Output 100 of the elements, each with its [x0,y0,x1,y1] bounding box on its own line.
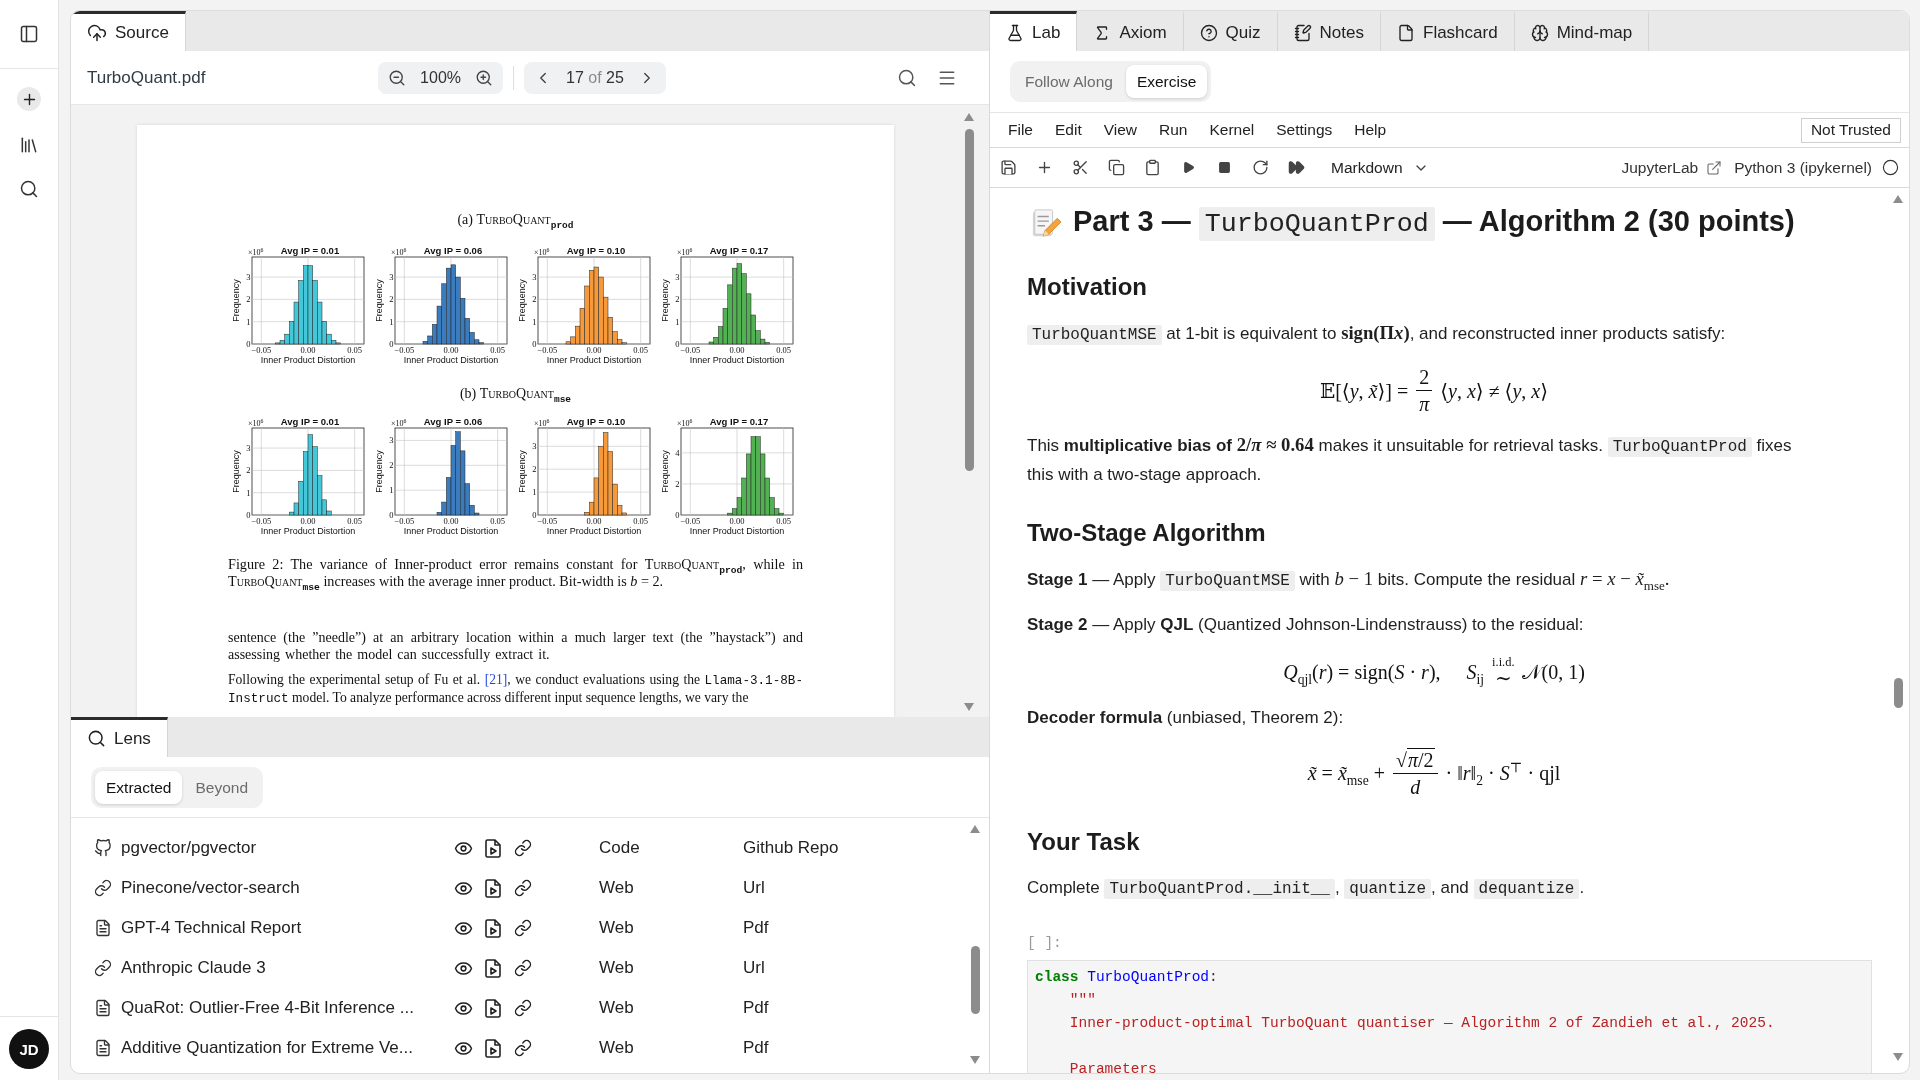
tick-label: 2 [675,478,680,489]
tick-label: 0.00 [729,344,745,355]
menu-item[interactable]: File [1008,121,1033,139]
scissors-icon[interactable] [1071,159,1089,176]
tick-label: 0 [532,510,537,520]
tab[interactable]: Mind-map [1514,11,1650,51]
tab[interactable]: Quiz [1183,11,1278,51]
item-title[interactable]: pgvector/pgvector [113,838,257,858]
scrollbar-thumb[interactable] [970,946,980,1014]
tick-label: 0.00 [586,344,602,355]
scrollbar-thumb[interactable] [964,129,974,471]
tab[interactable]: Axiom [1077,11,1184,51]
axis-label: Frequency [517,279,527,322]
tick-label: 0.05 [490,344,506,355]
file-play-icon[interactable] [485,918,501,938]
scroll-down-arrow-icon[interactable] [964,703,974,711]
tick-label: 2 [532,464,537,475]
scroll-up-arrow-icon[interactable] [964,113,974,121]
scrollbar-thumb[interactable] [1893,678,1903,708]
circular-arrow-icon[interactable] [1251,159,1269,176]
type-label: Web [599,1038,634,1058]
chart-title: Avg IP = 0.17 [709,416,769,427]
scroll-down-arrow-icon[interactable] [1893,1053,1903,1061]
save-icon[interactable] [999,159,1017,176]
play-icon[interactable] [1181,161,1195,174]
link-icon[interactable] [514,999,532,1017]
fast-forward-icon[interactable] [1287,159,1305,176]
menu-item[interactable]: View [1103,121,1138,139]
item-title[interactable]: Pinecone/vector-search [113,878,300,898]
tab[interactable]: Lab [990,11,1078,51]
file-play-icon[interactable] [485,838,501,858]
menu-item[interactable]: Run [1159,121,1188,139]
tick-label: −0.05 [537,515,558,526]
mode-tab[interactable]: Exercise [1125,65,1208,98]
item-title[interactable]: Anthropic Claude 3 [113,958,266,978]
menu-item[interactable]: Edit [1055,121,1082,139]
search-icon[interactable] [897,67,917,88]
file-play-icon[interactable] [485,998,501,1018]
tab[interactable]: Lens [71,717,168,757]
code-cell[interactable]: class TurboQuantProd: """ Inner-product-optimal TurboQuant quantiser — Algorithm 2 of Zandieh et al., 2025. Parameters [1027,960,1872,1073]
menu-item[interactable]: Kernel [1209,121,1255,139]
tick-label: 3 [389,272,394,283]
chart-title: Avg IP = 0.17 [709,245,769,256]
zoom-out-icon[interactable] [388,68,407,87]
tick-label: 0.05 [347,515,363,526]
paragraph-text: TurboQuantMSE at 1-bit is equivalent to sign(Πx), and reconstructed inner products satisfy: [1027,319,1812,349]
type-label: Web [599,998,634,1018]
chart-title: Avg IP = 0.06 [423,245,483,256]
scroll-down-arrow-icon[interactable] [970,1056,980,1064]
chart-title: Avg IP = 0.10 [566,245,626,256]
library-icon[interactable] [19,135,39,155]
axis-scale-label: ×10$^{6}$ [534,418,550,428]
copy-icon[interactable] [1107,159,1125,176]
item-title[interactable]: GPT-4 Technical Report [113,918,302,938]
question-circle-icon [1199,23,1218,42]
scroll-up-arrow-icon[interactable] [1893,195,1903,203]
new-button[interactable] [17,87,41,111]
axis-label: Inner Product Distortion [689,526,785,536]
item-title[interactable]: QuaRot: Outlier-Free 4-Bit Inference ... [113,998,414,1018]
stop-icon[interactable] [1217,161,1231,174]
link-icon[interactable] [514,919,532,937]
tab[interactable]: Source [71,11,186,51]
paragraph-text: Decoder formula (unbiased, Theorem 2): [1027,707,1345,730]
link-icon[interactable] [514,879,532,897]
tick-label: 0.05 [633,344,649,355]
link-icon[interactable] [514,959,532,977]
link-icon[interactable] [514,839,532,857]
file-play-icon[interactable] [485,878,501,898]
axis-label: Inner Product Distortion [260,526,356,536]
tab[interactable]: Notes [1277,11,1381,51]
user-avatar[interactable]: JD [9,1029,49,1069]
file-play-icon[interactable] [485,958,501,978]
document-icon [94,919,112,937]
zoom-in-icon[interactable] [475,68,494,87]
jupyterlab-link[interactable]: JupyterLab [1621,158,1723,177]
item-title[interactable]: Additive Quantization for Extreme Ve... [113,1038,413,1058]
tick-label: 1 [532,316,537,327]
tab[interactable]: Flashcard [1381,11,1515,51]
search-icon[interactable] [19,179,39,199]
mode-tab[interactable]: Extracted [95,771,183,804]
tick-label: 3 [675,272,680,283]
mode-tab[interactable]: Follow Along [1014,65,1124,98]
sidebar-toggle-icon[interactable] [19,24,39,44]
menu-item[interactable]: Settings [1276,121,1333,139]
file-play-icon[interactable] [485,1038,501,1058]
paragraph-text: Complete TurboQuantProd.__init__ , quantize , and dequantize . [1027,877,1586,902]
tick-label: 4 [675,447,680,458]
link-icon[interactable] [514,1039,532,1057]
kernel-name[interactable]: Python 3 (ipykernel) [1734,158,1872,177]
cloud-upload-icon [87,22,107,43]
tick-label: −0.05 [537,344,558,355]
mode-tab[interactable]: Beyond [184,771,260,804]
trust-button[interactable]: Not Trusted [1800,117,1901,143]
clipboard-icon[interactable] [1143,159,1161,176]
menu-item[interactable]: Help [1354,121,1387,139]
format-label: Github Repo [743,838,839,858]
tick-label: 0.05 [490,515,506,526]
scroll-up-arrow-icon[interactable] [970,825,980,833]
file-icon [1397,23,1415,42]
cell-type-dropdown[interactable]: Markdown [1331,158,1429,177]
